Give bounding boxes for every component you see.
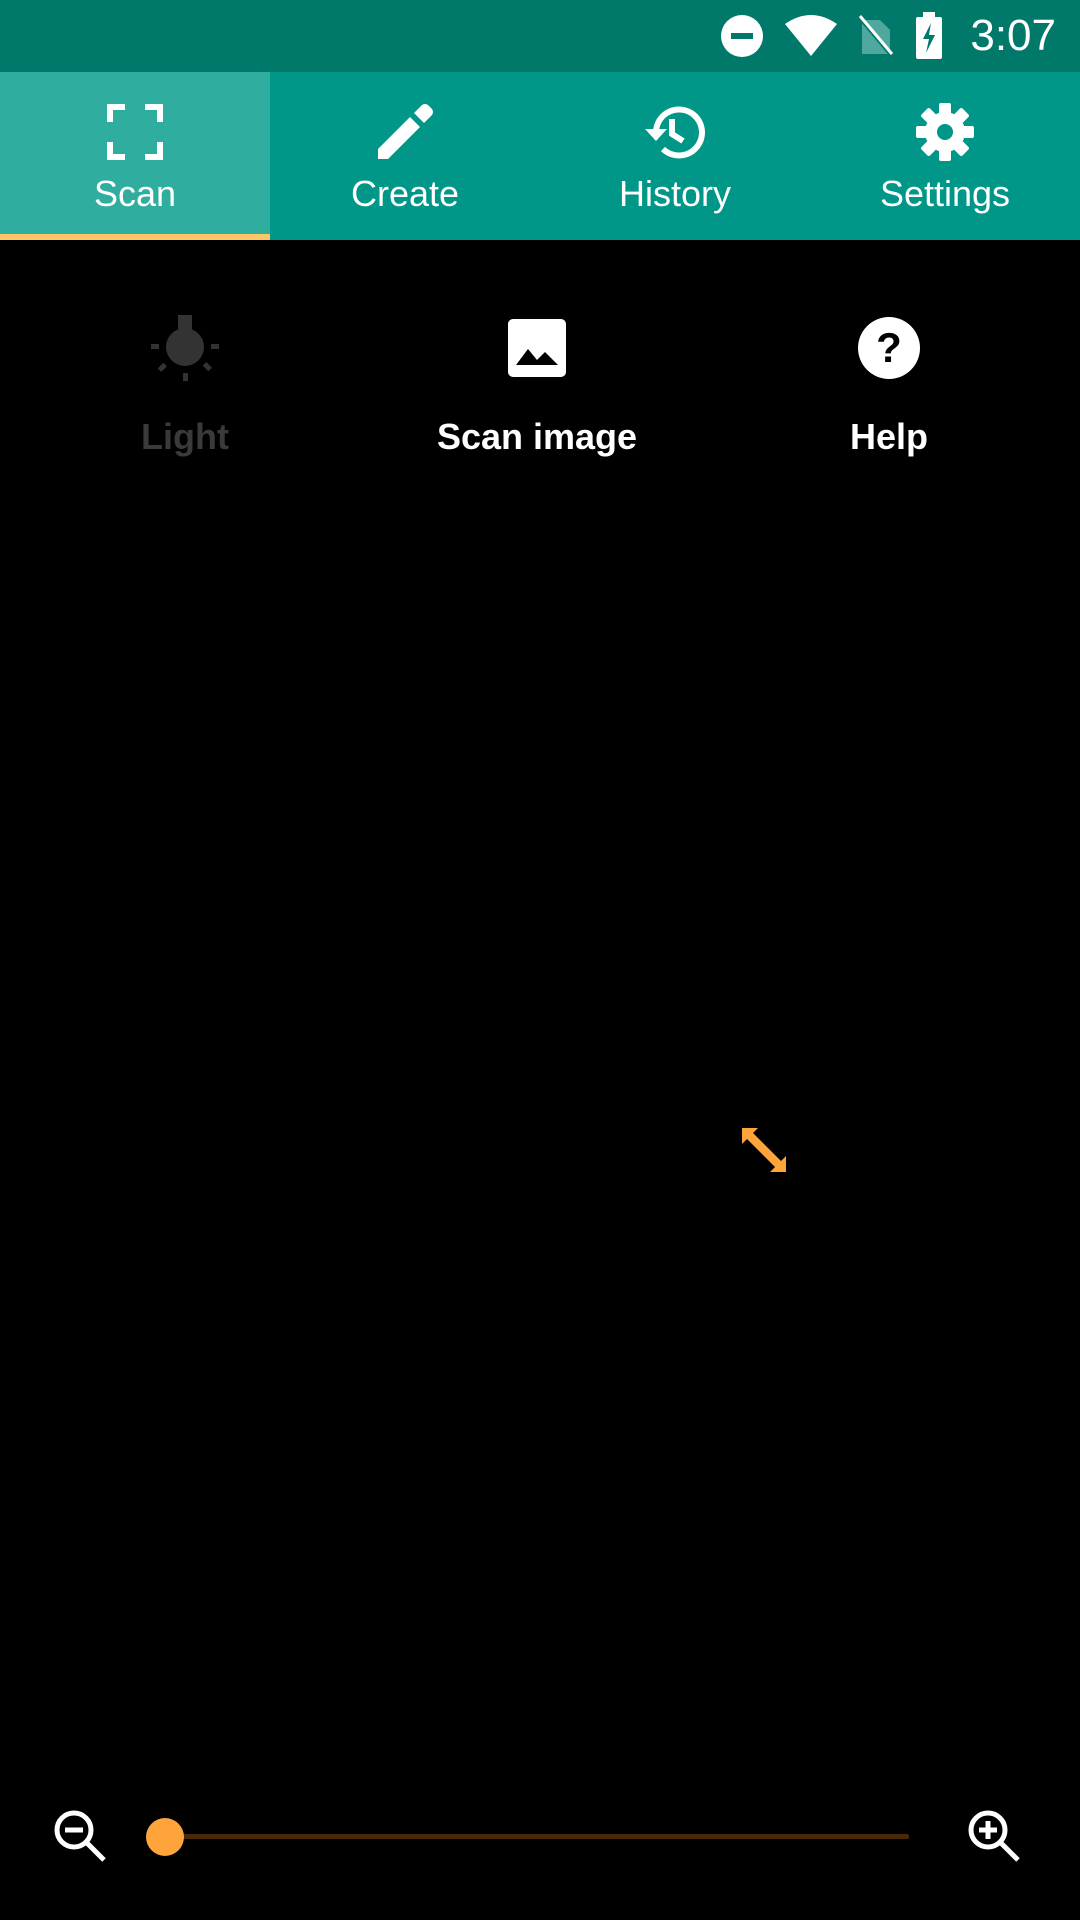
light-button[interactable]: Light	[55, 300, 315, 458]
status-bar: 3:07	[0, 0, 1080, 72]
do-not-disturb-icon	[720, 14, 764, 58]
wifi-icon	[784, 14, 838, 58]
flashlight-icon	[150, 300, 220, 396]
no-sim-icon	[858, 14, 894, 58]
zoom-control	[0, 1800, 1080, 1870]
resize-diagonal-icon[interactable]	[740, 1126, 788, 1174]
tab-label: History	[618, 173, 731, 214]
clock: 3:07	[970, 11, 1056, 60]
tab-create[interactable]: Create	[270, 72, 540, 240]
tab-bar: Scan Create History Settings	[0, 72, 1080, 240]
help-label: Help	[849, 416, 928, 457]
zoom-slider-thumb[interactable]	[146, 1818, 184, 1856]
help-icon: ?	[857, 300, 921, 396]
battery-charging-icon	[914, 11, 944, 61]
tab-indicator	[0, 234, 270, 240]
scan-frame-icon	[107, 100, 163, 164]
tab-history[interactable]: History	[540, 72, 810, 240]
tab-scan[interactable]: Scan	[0, 72, 270, 240]
tab-label: Create	[350, 173, 460, 214]
image-icon	[508, 300, 566, 396]
gear-icon	[914, 100, 976, 164]
tab-label: Settings	[879, 173, 1011, 214]
status-icons: 3:07	[720, 0, 1056, 72]
zoom-out-icon[interactable]	[52, 1808, 108, 1869]
scan-image-button[interactable]: Scan image	[407, 300, 667, 458]
pencil-icon	[376, 100, 434, 164]
scan-image-label: Scan image	[436, 416, 638, 457]
zoom-slider-track[interactable]	[165, 1834, 909, 1839]
history-icon	[642, 100, 708, 164]
svg-text:?: ?	[876, 324, 902, 371]
scanner-actions: Light Scan image ? Help	[0, 300, 1080, 460]
light-label: Light	[141, 416, 229, 457]
tab-settings[interactable]: Settings	[810, 72, 1080, 240]
tab-label: Scan	[93, 173, 177, 214]
help-button[interactable]: ? Help	[759, 300, 1019, 458]
zoom-in-icon[interactable]	[966, 1808, 1022, 1869]
